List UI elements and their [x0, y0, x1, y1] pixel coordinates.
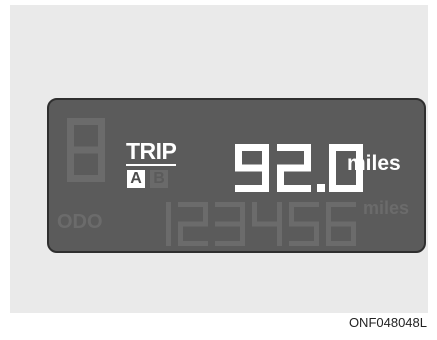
trip-digit-2-seg-b: [304, 144, 311, 168]
trip-digit-0-seg-f: [329, 144, 336, 168]
lcd-display: TRIP A B miles ODO miles: [47, 98, 426, 253]
odo-digit-3-seg-b: [240, 202, 245, 224]
gear-ghost-seg-f: [67, 118, 74, 150]
trip-b-indicator: B: [150, 170, 168, 188]
odo-unit: miles: [363, 198, 410, 218]
gear-indicator-ghost: [67, 118, 105, 182]
odo-value-digits: [166, 202, 356, 246]
trip-unit: miles: [347, 152, 401, 175]
gear-ghost-seg-e: [67, 150, 74, 182]
trip-digit-9-seg-f: [235, 144, 242, 168]
gear-ghost-seg-b: [98, 118, 105, 150]
odo-label: ODO: [57, 211, 103, 233]
odo-digit-1-seg-c: [166, 224, 171, 246]
odo-digit-4-seg-f: [252, 202, 257, 224]
gear-ghost-seg-g: [67, 146, 105, 154]
trip-digit-2-seg-d: [277, 185, 311, 192]
segment-layer: [67, 118, 363, 246]
trip-digit-9-seg-b: [262, 144, 269, 168]
odo-digit-2-seg-b: [203, 202, 208, 224]
odo-digit-4-seg-b: [277, 202, 282, 224]
trip-digit-9-seg-d: [235, 185, 269, 192]
odo-digit-5-seg-f: [289, 202, 294, 224]
trip-label: TRIP: [126, 138, 177, 166]
odo-digit-6-seg-c: [351, 224, 356, 246]
odo-digit-5-seg-d: [289, 241, 319, 246]
odo-digit-6-seg-f: [326, 202, 331, 224]
odo-digit-3-seg-d: [215, 241, 245, 246]
figure-code: ONF048048L: [348, 315, 427, 330]
odo-digit-2-seg-d: [178, 241, 208, 246]
trip-a-indicator: A: [127, 170, 145, 188]
odo-digit-1-seg-b: [166, 202, 171, 224]
trip-decimal-point: [317, 184, 325, 192]
odo-digit-4-seg-c: [277, 224, 282, 246]
figure-panel: TRIP A B miles ODO miles: [10, 5, 428, 313]
trip-digit-0-seg-e: [329, 168, 336, 192]
trip-digit-9-seg-g: [235, 164, 269, 172]
trip-value-digits: [235, 144, 363, 192]
